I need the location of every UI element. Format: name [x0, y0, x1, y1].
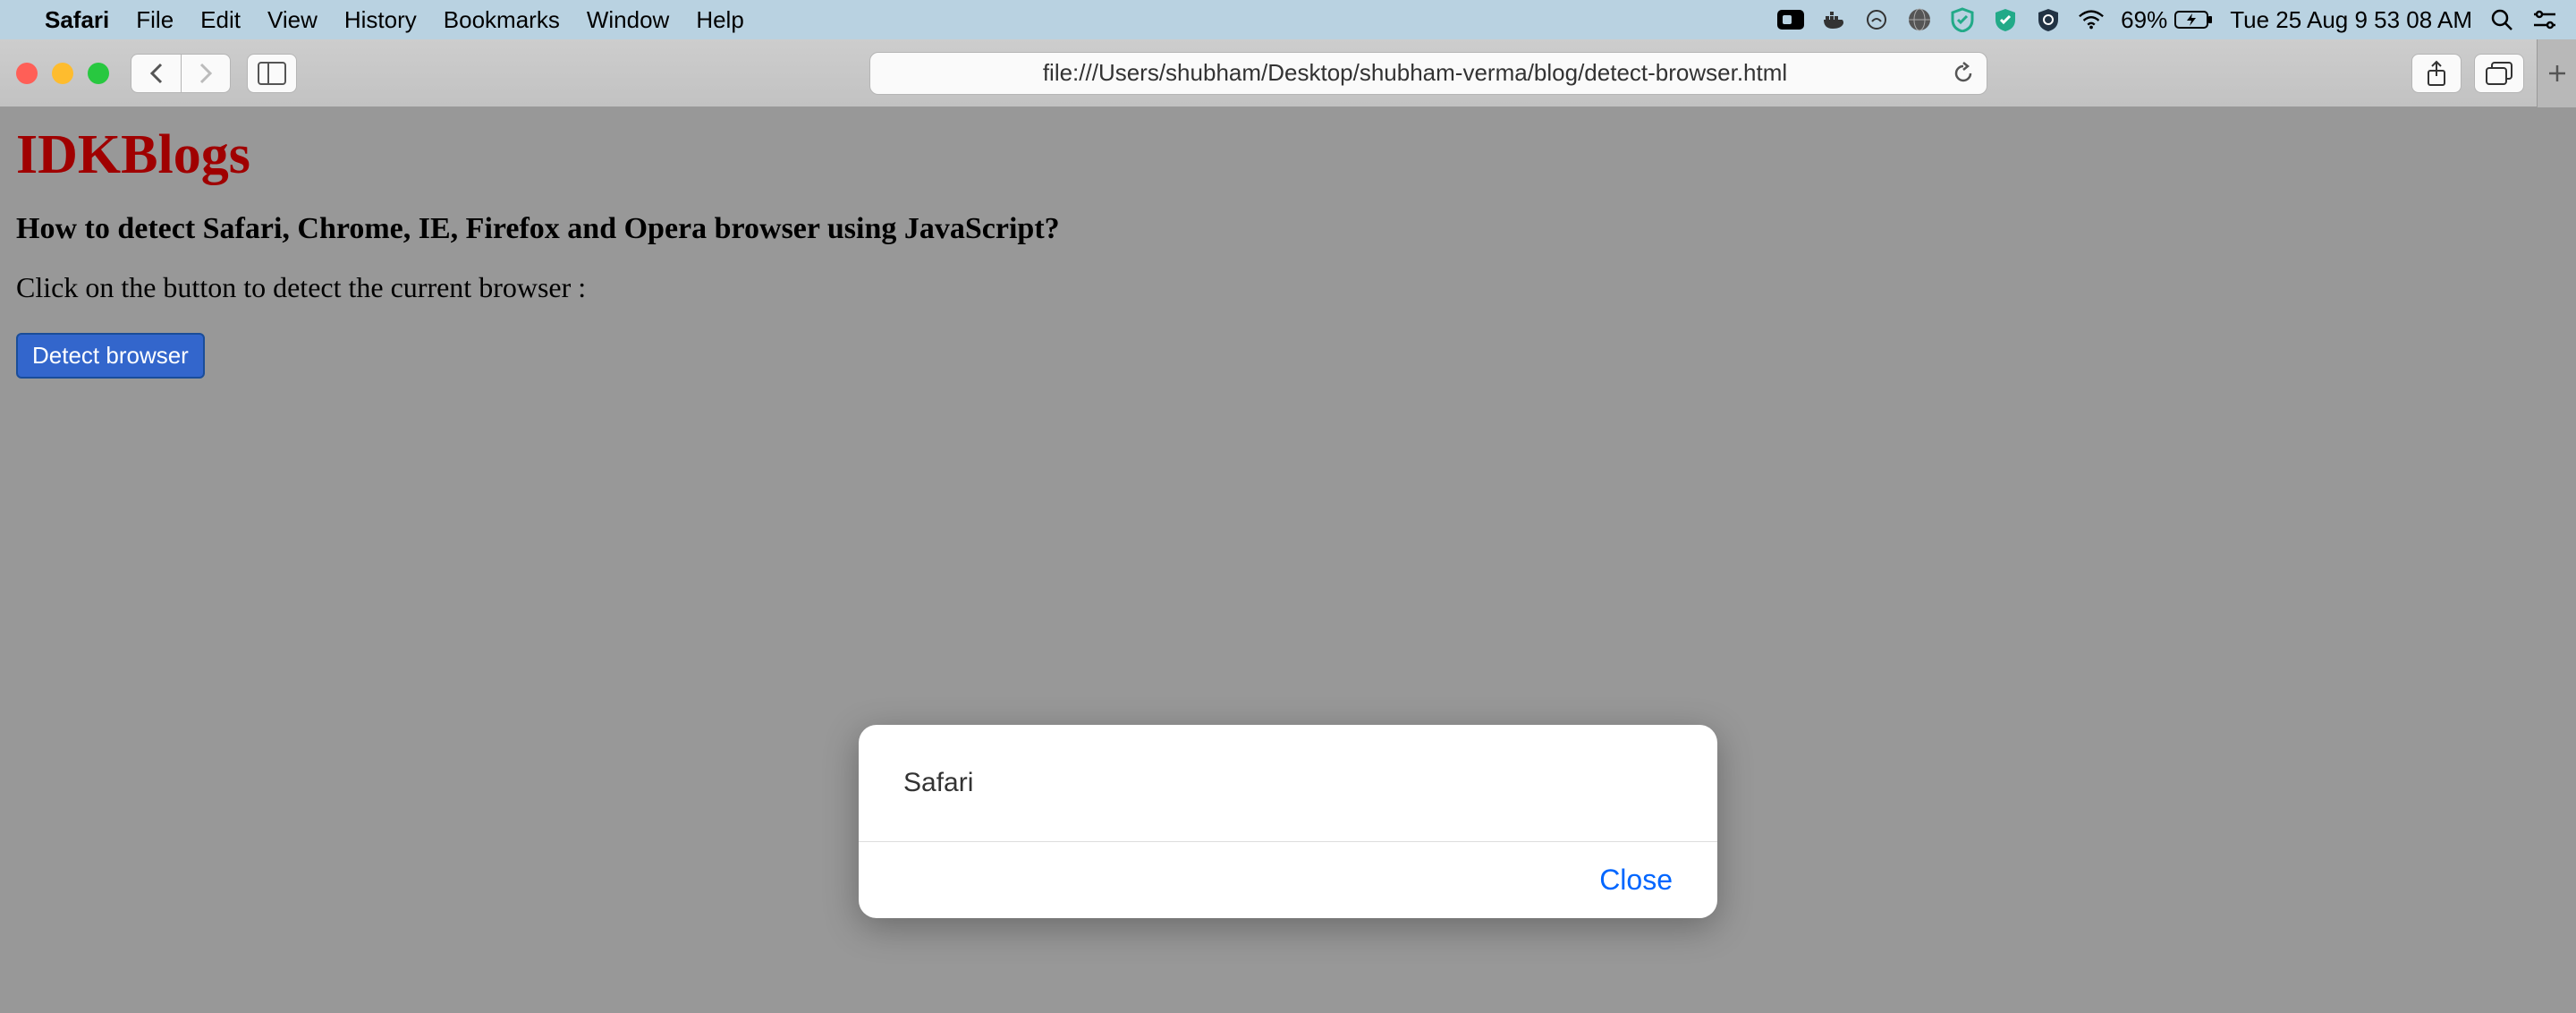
detect-browser-button[interactable]: Detect browser — [16, 333, 205, 379]
menu-view[interactable]: View — [267, 6, 318, 34]
reload-icon[interactable] — [1953, 62, 1974, 85]
nav-buttons — [131, 54, 231, 93]
menubar-right: 69% Tue 25 Aug 9 53 08 AM — [1777, 6, 2558, 34]
menu-help[interactable]: Help — [696, 6, 743, 34]
page-title: IDKBlogs — [16, 123, 2560, 187]
menu-history[interactable]: History — [344, 6, 417, 34]
cloud-icon[interactable] — [1863, 6, 1890, 33]
video-icon[interactable] — [1777, 6, 1804, 33]
search-icon[interactable] — [2488, 6, 2515, 33]
page-content: IDKBlogs How to detect Safari, Chrome, I… — [0, 107, 2576, 395]
battery-percent-text: 69% — [2121, 6, 2167, 34]
alert-footer: Close — [859, 842, 1717, 918]
menu-edit[interactable]: Edit — [200, 6, 241, 34]
forward-button[interactable] — [181, 54, 231, 93]
docker-icon[interactable] — [1820, 6, 1847, 33]
battery-charging-icon — [2174, 9, 2214, 30]
macos-menubar: Safari File Edit View History Bookmarks … — [0, 0, 2576, 39]
menu-app-name[interactable]: Safari — [45, 6, 109, 34]
battery-status[interactable]: 69% — [2121, 6, 2214, 34]
datetime-text[interactable]: Tue 25 Aug 9 53 08 AM — [2230, 6, 2472, 34]
window-controls — [16, 63, 109, 84]
shield-dark-icon[interactable] — [2035, 6, 2062, 33]
close-window-button[interactable] — [16, 63, 38, 84]
back-button[interactable] — [131, 54, 181, 93]
new-tab-button[interactable] — [2537, 39, 2576, 107]
sidebar-toggle-button[interactable] — [247, 54, 297, 93]
alert-dialog: Safari Close — [859, 725, 1717, 918]
url-text: file:///Users/shubham/Desktop/shubham-ve… — [1043, 59, 1787, 87]
control-center-icon[interactable] — [2531, 6, 2558, 33]
shield-icon[interactable] — [1949, 6, 1976, 33]
maximize-window-button[interactable] — [88, 63, 109, 84]
share-button[interactable] — [2411, 54, 2462, 93]
safari-toolbar: file:///Users/shubham/Desktop/shubham-ve… — [0, 39, 2576, 107]
menubar-left: Safari File Edit View History Bookmarks … — [18, 6, 744, 34]
tabs-button[interactable] — [2474, 54, 2524, 93]
menu-file[interactable]: File — [136, 6, 174, 34]
minimize-window-button[interactable] — [52, 63, 73, 84]
shield-filled-icon[interactable] — [1992, 6, 2019, 33]
alert-message: Safari — [859, 725, 1717, 842]
menu-bookmarks[interactable]: Bookmarks — [444, 6, 560, 34]
page-instruction: Click on the button to detect the curren… — [16, 271, 2560, 304]
alert-close-button[interactable]: Close — [1599, 864, 1673, 897]
toolbar-right — [2411, 39, 2560, 107]
menu-window[interactable]: Window — [587, 6, 669, 34]
page-subtitle: How to detect Safari, Chrome, IE, Firefo… — [16, 212, 2560, 246]
url-bar[interactable]: file:///Users/shubham/Desktop/shubham-ve… — [869, 52, 1987, 95]
wifi-icon[interactable] — [2078, 6, 2105, 33]
globe-icon[interactable] — [1906, 6, 1933, 33]
